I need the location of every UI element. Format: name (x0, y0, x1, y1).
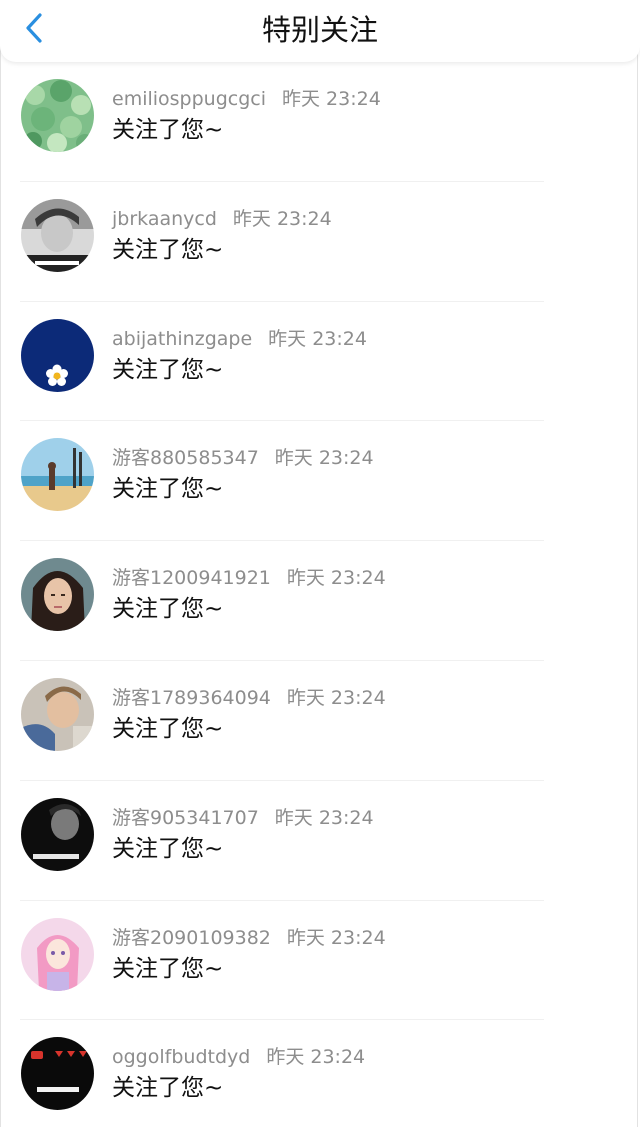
action-text: 关注了您~ (112, 596, 224, 623)
username[interactable]: jbrkaanycd (112, 208, 217, 230)
avatar[interactable] (21, 917, 94, 991)
page-title: 特别关注 (261, 13, 378, 47)
timestamp: 昨天 23:24 (282, 88, 381, 110)
item-meta: abijathinzgape 昨天 23:24 (112, 327, 367, 351)
action-text: 关注了您~ (112, 117, 224, 143)
username[interactable]: 游客1200941921 (112, 567, 271, 589)
username[interactable]: 游客880585347 (112, 447, 259, 469)
notification-list: emiliosppugcgci 昨天 23:24 关注了您~ jbrkaanycd… (0, 62, 640, 1140)
notification-item[interactable]: abijathinzgape 昨天 23:24 关注了您~ (0, 302, 640, 422)
username[interactable]: emiliosppugcgci (112, 88, 266, 110)
notification-item[interactable]: 游客880585347 昨天 23:24 关注了您~ (0, 421, 640, 542)
username[interactable]: 游客905341707 (112, 807, 259, 829)
timestamp: 昨天 23:24 (274, 447, 374, 470)
timestamp: 昨天 23:24 (274, 806, 374, 829)
notification-item[interactable]: 游客1200941921 昨天 23:24 关注了您~ (0, 541, 640, 661)
item-meta: oggolfbudtdyd 昨天 23:24 (112, 1045, 365, 1069)
action-text: 关注了您~ (112, 715, 224, 742)
item-meta: 游客1789364094 昨天 23:24 (112, 686, 386, 710)
avatar[interactable] (21, 438, 94, 512)
avatar[interactable] (21, 797, 94, 871)
item-meta: 游客905341707 昨天 23:24 (112, 806, 374, 830)
username[interactable]: 游客1789364094 (112, 687, 271, 709)
action-text: 关注了您~ (112, 356, 224, 383)
item-meta: jbrkaanycd 昨天 23:24 (112, 207, 332, 231)
action-text: 关注了您~ (112, 476, 224, 503)
notification-item[interactable]: jbrkaanycd 昨天 23:24 关注了您~ (0, 182, 640, 302)
timestamp: 昨天 23:24 (286, 926, 386, 949)
username[interactable]: oggolfbudtdyd (112, 1046, 250, 1068)
timestamp: 昨天 23:24 (286, 686, 386, 709)
avatar[interactable] (21, 318, 94, 392)
timestamp: 昨天 23:24 (286, 567, 386, 590)
action-text: 关注了您~ (112, 236, 224, 263)
notification-item[interactable]: oggolfbudtdyd 昨天 23:24 关注了您~ (0, 1020, 640, 1140)
action-text: 关注了您~ (112, 835, 224, 862)
username[interactable]: abijathinzgape (112, 328, 252, 350)
avatar[interactable] (21, 558, 94, 632)
action-text: 关注了您~ (112, 1075, 224, 1102)
avatar[interactable] (21, 198, 94, 272)
item-meta: 游客2090109382 昨天 23:24 (112, 926, 386, 950)
avatar[interactable] (21, 1037, 94, 1111)
notification-item[interactable]: 游客905341707 昨天 23:24 关注了您~ (0, 781, 640, 901)
notification-item[interactable]: 游客2090109382 昨天 23:24 关注了您~ (0, 901, 640, 1021)
item-meta: 游客1200941921 昨天 23:24 (112, 566, 386, 590)
top-bar: 特别关注 (0, 0, 640, 62)
timestamp: 昨天 23:24 (268, 327, 367, 350)
notification-item[interactable]: 游客1789364094 昨天 23:24 关注了您~ (0, 661, 640, 781)
item-meta: 游客880585347 昨天 23:24 (112, 446, 374, 470)
item-meta: emiliosppugcgci 昨天 23:24 (112, 87, 381, 111)
avatar[interactable] (21, 677, 94, 751)
timestamp: 昨天 23:24 (232, 207, 332, 230)
avatar[interactable] (21, 79, 94, 152)
timestamp: 昨天 23:24 (266, 1046, 366, 1069)
notification-item[interactable]: emiliosppugcgci 昨天 23:24 关注了您~ (0, 62, 640, 182)
action-text: 关注了您~ (112, 955, 224, 982)
username[interactable]: 游客2090109382 (112, 927, 271, 949)
